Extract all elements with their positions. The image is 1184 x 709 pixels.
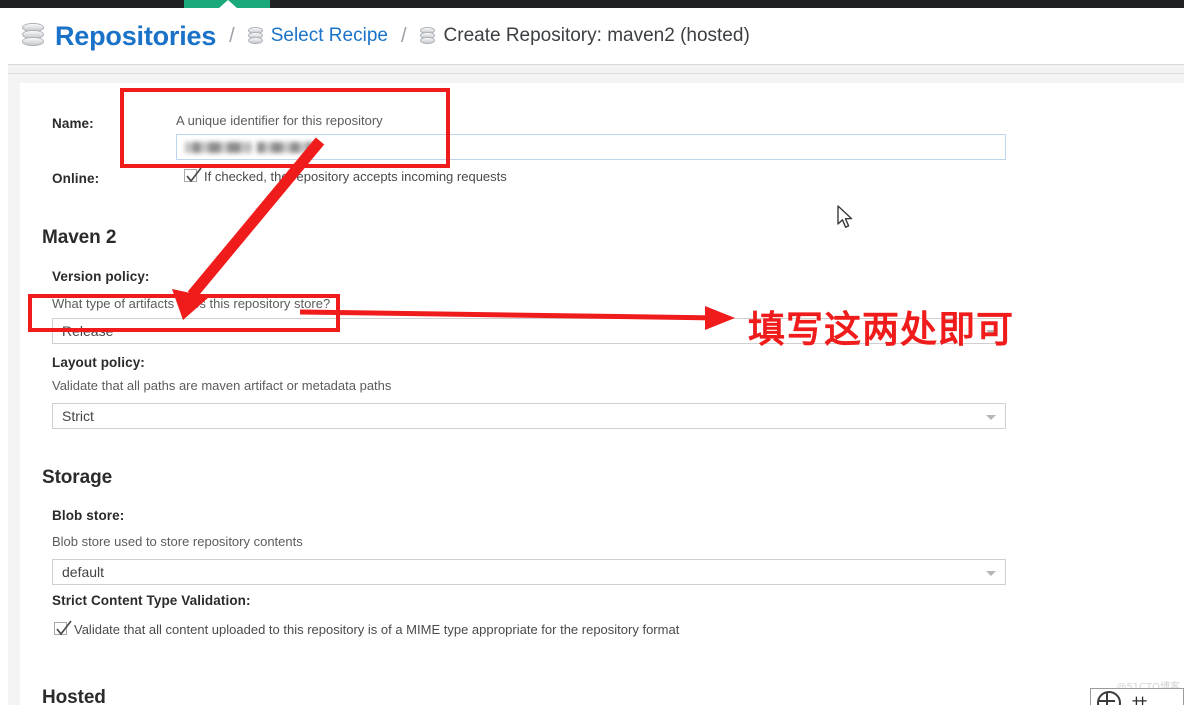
header-shadow-band — [8, 65, 1184, 74]
strict-content-type-checkbox[interactable] — [54, 620, 72, 636]
layout-policy-value: Strict — [62, 408, 94, 424]
layout-policy-help-text: Validate that all paths are maven artifa… — [52, 378, 392, 393]
online-label: Online: — [52, 171, 100, 186]
browser-chrome-strip — [0, 0, 1184, 8]
breadcrumb: Repositories / Select Recipe / Create Re… — [8, 8, 1184, 64]
breadcrumb-link-select-recipe[interactable]: Select Recipe — [271, 25, 388, 47]
annotation-note-text: 填写这两处即可 — [748, 308, 1014, 351]
database-icon — [22, 23, 44, 49]
watermark-logo-frame: 共 — [1090, 688, 1184, 705]
section-title-storage: Storage — [42, 467, 113, 488]
breadcrumb-separator-1: / — [229, 24, 235, 47]
online-checkbox-label: If checked, the repository accepts incom… — [204, 169, 507, 184]
database-icon — [419, 27, 435, 45]
layout-policy-select[interactable]: Strict — [52, 403, 1006, 429]
name-label: Name: — [52, 116, 94, 131]
annotation-box-version-policy — [28, 294, 340, 332]
blob-store-label: Blob store: — [52, 508, 125, 523]
content-background: Name: A unique identifier for this repos… — [8, 74, 1184, 708]
chevron-down-icon — [986, 415, 996, 420]
watermark-text: 共 — [1131, 691, 1148, 706]
globe-icon — [1097, 691, 1121, 705]
annotation-box-name-field — [120, 88, 450, 168]
watermark: @51CTO博客 共 — [1080, 678, 1184, 705]
section-title-hosted: Hosted — [42, 687, 106, 708]
blob-store-help-text: Blob store used to store repository cont… — [52, 534, 303, 549]
browser-tab-notch-icon — [219, 0, 237, 8]
check-icon — [186, 167, 202, 183]
breadcrumb-separator-2: / — [400, 24, 407, 47]
section-title-maven2: Maven 2 — [42, 227, 117, 248]
layout-policy-label: Layout policy: — [52, 355, 145, 370]
strict-content-type-label: Strict Content Type Validation: — [52, 593, 251, 608]
database-icon — [247, 27, 263, 45]
version-policy-label: Version policy: — [52, 269, 150, 284]
check-icon — [56, 620, 72, 636]
page-title[interactable]: Repositories — [55, 21, 216, 52]
online-checkbox[interactable] — [184, 167, 202, 183]
repository-form-card: Name: A unique identifier for this repos… — [20, 83, 1184, 708]
breadcrumb-current-create-repository: Create Repository: maven2 (hosted) — [443, 25, 750, 46]
chevron-down-icon — [986, 571, 996, 576]
blob-store-value: default — [62, 564, 105, 580]
strict-content-type-checkbox-label: Validate that all content uploaded to th… — [74, 622, 680, 637]
blob-store-select[interactable]: default — [52, 559, 1006, 585]
